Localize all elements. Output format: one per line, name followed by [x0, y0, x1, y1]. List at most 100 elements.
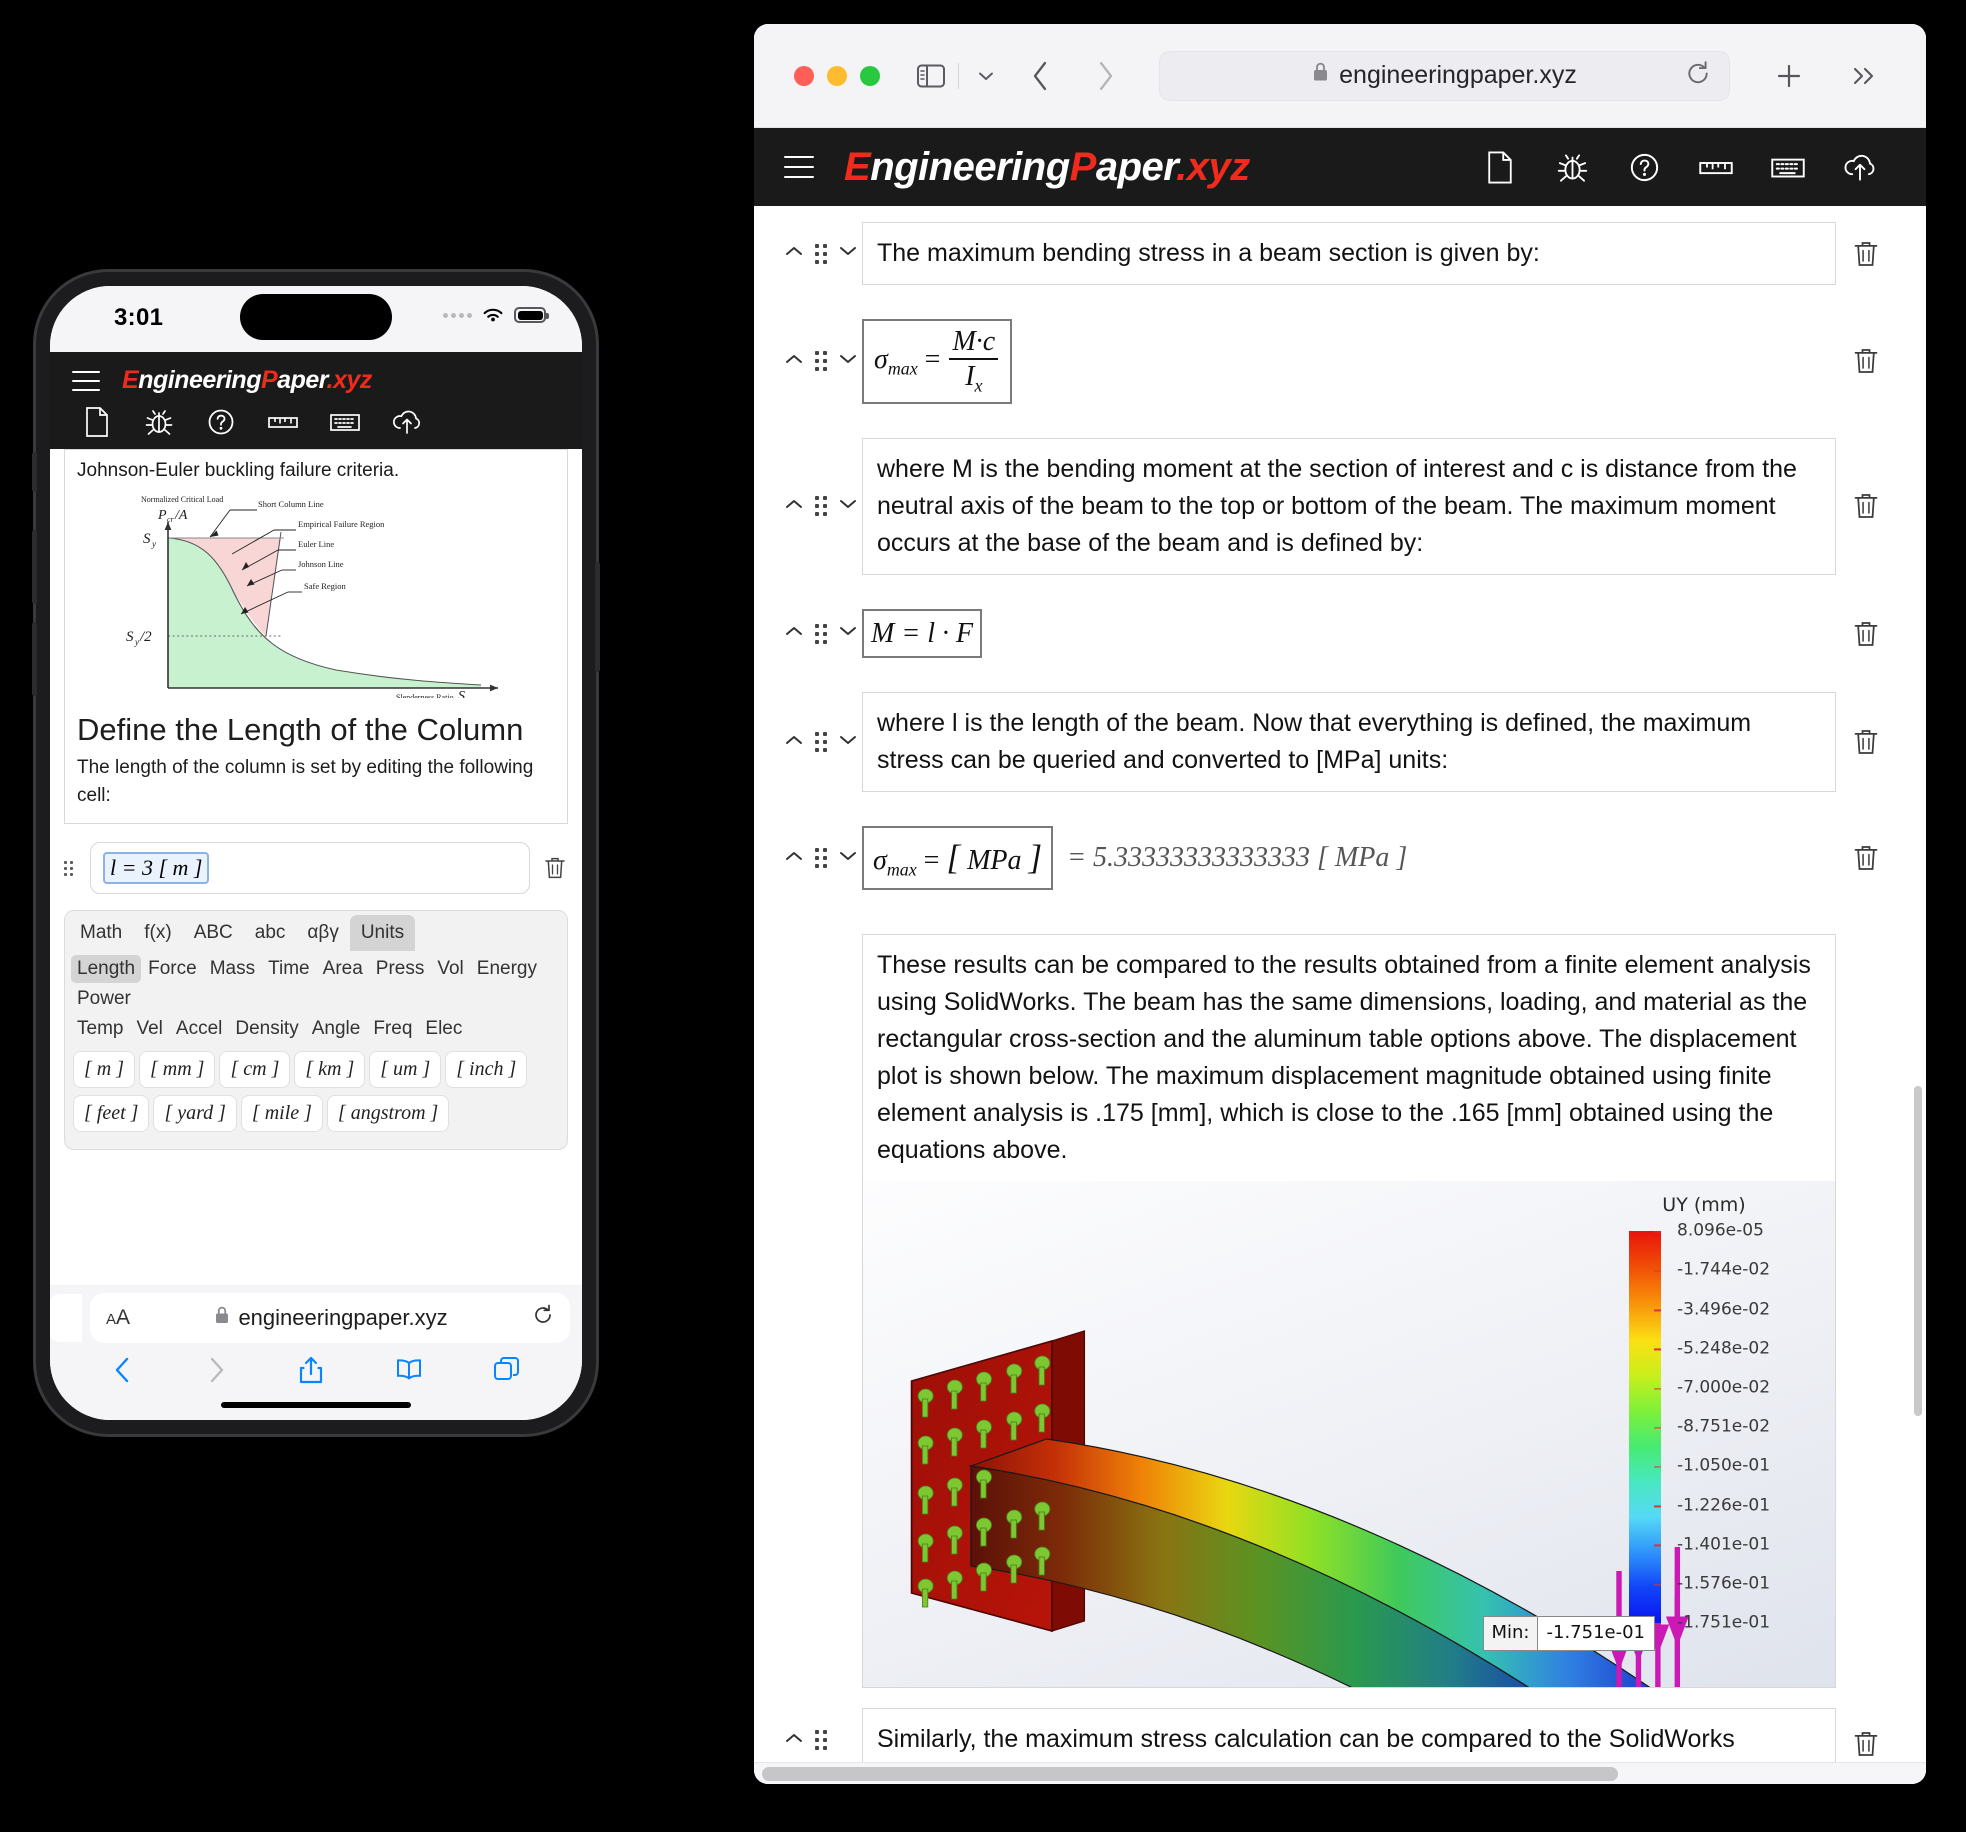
- keyboard-tab-units[interactable]: Units: [349, 915, 416, 952]
- keyboard-icon[interactable]: [314, 411, 376, 433]
- drag-grip-icon[interactable]: [815, 848, 827, 869]
- chevron-down-icon[interactable]: [838, 624, 858, 643]
- help-circle-icon[interactable]: [1608, 151, 1680, 184]
- safari-bookmarks-button[interactable]: [394, 1355, 424, 1390]
- keyboard-category-time[interactable]: Time: [262, 955, 316, 983]
- maximize-window-button[interactable]: [860, 65, 880, 86]
- ruler-icon[interactable]: [1680, 155, 1752, 180]
- keyboard-category-accel[interactable]: Accel: [170, 1015, 228, 1043]
- trash-icon[interactable]: [1836, 240, 1896, 268]
- chevron-up-icon[interactable]: [784, 733, 804, 752]
- figure-cell[interactable]: These results can be compared to the res…: [862, 934, 1836, 1689]
- keyboard-tab-greek[interactable]: αβγ: [296, 915, 349, 951]
- keyboard-tab-abc-lower[interactable]: abc: [244, 915, 297, 951]
- unit-key-km[interactable]: [ km ]: [294, 1051, 366, 1089]
- math-query-expression[interactable]: σmax = [ MPa ]: [862, 826, 1054, 891]
- chevron-up-icon[interactable]: [784, 849, 804, 868]
- hamburger-menu-icon[interactable]: [72, 370, 100, 391]
- chevron-down-icon[interactable]: [838, 244, 858, 263]
- vertical-scrollbar[interactable]: [1914, 1086, 1922, 1416]
- keyboard-category-freq[interactable]: Freq: [367, 1015, 418, 1043]
- safari-share-button[interactable]: [298, 1355, 324, 1390]
- math-expression[interactable]: M = l · F: [862, 608, 983, 659]
- chevron-down-icon[interactable]: [838, 733, 858, 752]
- drag-grip-icon[interactable]: [815, 1730, 827, 1751]
- cloud-upload-icon[interactable]: [376, 408, 438, 436]
- drag-grip-icon[interactable]: [815, 351, 827, 372]
- chevron-down-icon[interactable]: [963, 69, 1009, 83]
- drag-grip-icon[interactable]: [815, 732, 827, 753]
- keyboard-category-vel[interactable]: Vel: [130, 1015, 168, 1043]
- keyboard-tab-math[interactable]: Math: [69, 915, 133, 951]
- chart-cell[interactable]: Johnson-Euler buckling failure criteria.: [64, 449, 568, 706]
- chevron-up-icon[interactable]: [784, 497, 804, 516]
- chevron-up-icon[interactable]: [784, 624, 804, 643]
- trash-icon[interactable]: [1836, 844, 1896, 872]
- app-logo[interactable]: EngineeringPaper.xyz: [122, 366, 372, 395]
- text-size-button[interactable]: AA: [106, 1306, 130, 1330]
- trash-icon[interactable]: [1836, 492, 1896, 520]
- trash-icon[interactable]: [1836, 1708, 1896, 1758]
- keyboard-category-length[interactable]: Length: [71, 955, 142, 984]
- math-cell[interactable]: M = l · F: [862, 608, 1836, 659]
- ruler-icon[interactable]: [252, 411, 314, 433]
- keyboard-category-press[interactable]: Press: [370, 955, 431, 983]
- unit-key-mile[interactable]: [ mile ]: [240, 1095, 323, 1133]
- safari-back-button[interactable]: [111, 1355, 135, 1390]
- unit-key-inch[interactable]: [ inch ]: [445, 1051, 528, 1089]
- math-expression[interactable]: σmax = M·c Ix: [862, 319, 1013, 404]
- hamburger-menu-icon[interactable]: [784, 156, 814, 178]
- unit-key-yard[interactable]: [ yard ]: [153, 1095, 237, 1133]
- back-chevron-icon[interactable]: [1009, 59, 1073, 93]
- safari-tabs-button[interactable]: [493, 1355, 521, 1390]
- bug-icon[interactable]: [128, 407, 190, 437]
- trash-icon[interactable]: [1836, 620, 1896, 648]
- drag-grip-icon[interactable]: [815, 243, 827, 264]
- keyboard-category-power[interactable]: Power: [71, 985, 137, 1013]
- keyboard-category-temp[interactable]: Temp: [71, 1015, 129, 1043]
- drag-grip-icon[interactable]: [815, 496, 827, 517]
- text-cell[interactable]: The maximum bending stress in a beam sec…: [862, 222, 1836, 285]
- address-bar[interactable]: AA engineeringpaper.xyz: [90, 1293, 570, 1343]
- bug-icon[interactable]: [1536, 151, 1608, 184]
- chevron-up-icon[interactable]: [784, 244, 804, 263]
- drag-grip-icon[interactable]: [64, 860, 78, 876]
- minimize-window-button[interactable]: [827, 65, 847, 86]
- unit-key-feet[interactable]: [ feet ]: [73, 1095, 150, 1133]
- math-query-cell[interactable]: σmax = [ MPa ] = 5.33333333333333 [ MPa …: [862, 826, 1836, 891]
- math-input-cell[interactable]: l = 3 [ m ]: [90, 842, 530, 895]
- unit-key-mm[interactable]: [ mm ]: [139, 1051, 216, 1089]
- keyboard-category-elec[interactable]: Elec: [419, 1015, 468, 1043]
- horizontal-scrollbar[interactable]: [754, 1762, 1926, 1784]
- trash-icon[interactable]: [1836, 728, 1896, 756]
- drag-grip-icon[interactable]: [815, 623, 827, 644]
- keyboard-category-angle[interactable]: Angle: [306, 1015, 367, 1043]
- double-chevron-right-icon[interactable]: [1826, 64, 1900, 88]
- app-logo[interactable]: EngineeringPaper.xyz: [844, 145, 1250, 190]
- heading-cell[interactable]: Define the Length of the Column The leng…: [64, 706, 568, 825]
- chevron-down-icon[interactable]: [838, 352, 858, 371]
- keyboard-category-area[interactable]: Area: [317, 955, 369, 983]
- reload-icon[interactable]: [532, 1304, 554, 1332]
- unit-key-cm[interactable]: [ cm ]: [219, 1051, 291, 1089]
- text-cell[interactable]: where M is the bending moment at the sec…: [862, 437, 1836, 575]
- unit-key-angstrom[interactable]: [ angstrom ]: [326, 1095, 450, 1133]
- cloud-upload-icon[interactable]: [1824, 152, 1896, 183]
- chevron-up-icon[interactable]: [784, 1731, 804, 1750]
- close-window-button[interactable]: [794, 65, 814, 86]
- unit-key-m[interactable]: [ m ]: [73, 1051, 136, 1089]
- math-expression[interactable]: l = 3 [ m ]: [103, 852, 210, 885]
- help-circle-icon[interactable]: [190, 407, 252, 437]
- trash-icon[interactable]: [542, 856, 568, 880]
- keyboard-category-density[interactable]: Density: [229, 1015, 304, 1043]
- chevron-down-icon[interactable]: [838, 849, 858, 868]
- keyboard-icon[interactable]: [1752, 155, 1824, 180]
- chevron-up-icon[interactable]: [784, 352, 804, 371]
- document-icon[interactable]: [66, 407, 128, 437]
- keyboard-category-force[interactable]: Force: [142, 955, 203, 983]
- sidebar-toggle-icon[interactable]: [908, 63, 954, 89]
- keyboard-category-vol[interactable]: Vol: [431, 955, 469, 983]
- adjacent-tab-peek[interactable]: [50, 1294, 82, 1342]
- window-traffic-lights[interactable]: [794, 65, 880, 86]
- text-cell[interactable]: where l is the length of the beam. Now t…: [862, 692, 1836, 793]
